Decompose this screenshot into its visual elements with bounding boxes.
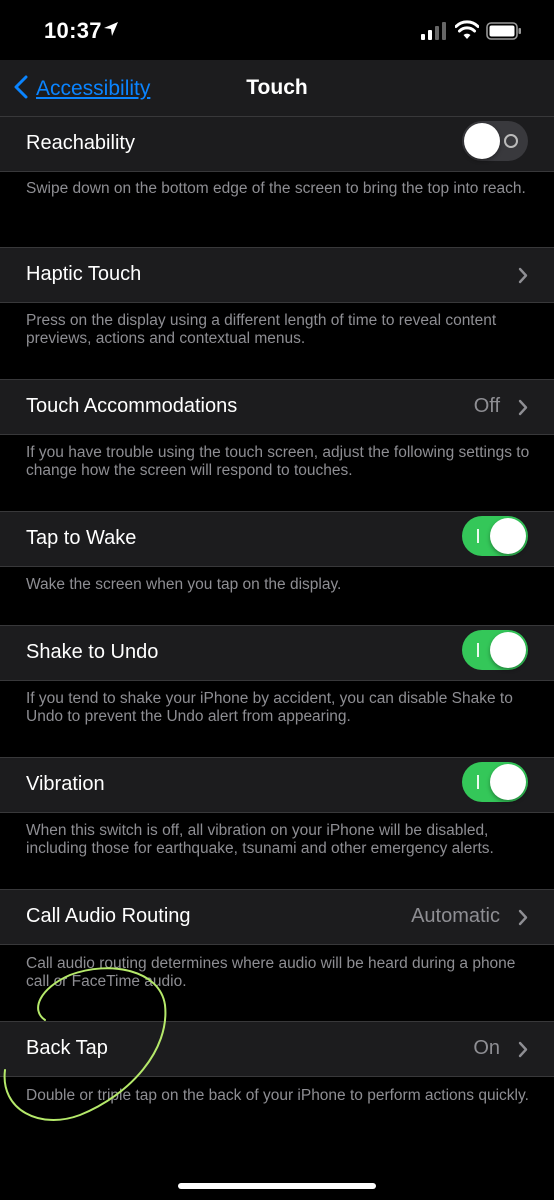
reachability-label: Reachability <box>26 132 135 154</box>
hand-drawn-circle-annotation <box>3 967 167 1121</box>
chevron-right-icon <box>518 399 528 421</box>
call-audio-routing-label: Call Audio Routing <box>26 905 191 927</box>
page-title: Touch <box>246 76 308 99</box>
shake-to-undo-toggle[interactable] <box>462 630 528 670</box>
call-audio-routing-value: Automatic <box>411 905 500 927</box>
vibration-row[interactable]: Vibration <box>0 757 554 813</box>
shake-to-undo-footer: If you tend to shake your iPhone by acci… <box>26 690 513 725</box>
status-bar: 10:37 <box>0 0 554 60</box>
vibration-footer: When this switch is off, all vibration o… <box>26 822 494 857</box>
haptic-touch-label: Haptic Touch <box>26 263 142 285</box>
touch-accommodations-label: Touch Accommodations <box>26 395 238 417</box>
home-indicator[interactable] <box>178 1183 376 1189</box>
call-audio-routing-row[interactable]: Call Audio Routing Automatic <box>0 889 554 945</box>
cellular-signal-icon <box>421 22 447 45</box>
touch-accommodations-footer: If you have trouble using the touch scre… <box>26 444 530 479</box>
location-arrow-icon <box>103 21 119 42</box>
battery-icon <box>486 22 522 45</box>
tap-to-wake-label: Tap to Wake <box>26 527 137 549</box>
tap-to-wake-toggle[interactable] <box>462 516 528 556</box>
vibration-toggle[interactable] <box>462 762 528 802</box>
touch-accommodations-value: Off <box>473 395 500 417</box>
navigation-bar: Accessibility Touch <box>0 60 554 118</box>
reachability-row[interactable]: Reachability <box>0 116 554 172</box>
touch-accommodations-row[interactable]: Touch Accommodations Off <box>0 379 554 435</box>
vibration-label: Vibration <box>26 773 105 795</box>
haptic-touch-footer: Press on the display using a different l… <box>26 312 497 347</box>
reachability-footer: Swipe down on the bottom edge of the scr… <box>26 180 526 197</box>
status-time: 10:37 <box>44 18 102 43</box>
wifi-icon <box>454 20 480 45</box>
tap-to-wake-footer: Wake the screen when you tap on the disp… <box>26 576 342 593</box>
chevron-right-icon <box>518 267 528 289</box>
haptic-touch-row[interactable]: Haptic Touch <box>0 247 554 303</box>
chevron-right-icon <box>518 909 528 931</box>
tap-to-wake-row[interactable]: Tap to Wake <box>0 511 554 567</box>
chevron-right-icon <box>518 1041 528 1063</box>
back-tap-value: On <box>473 1037 500 1059</box>
shake-to-undo-label: Shake to Undo <box>26 641 159 663</box>
shake-to-undo-row[interactable]: Shake to Undo <box>0 625 554 681</box>
reachability-toggle[interactable] <box>462 121 528 161</box>
